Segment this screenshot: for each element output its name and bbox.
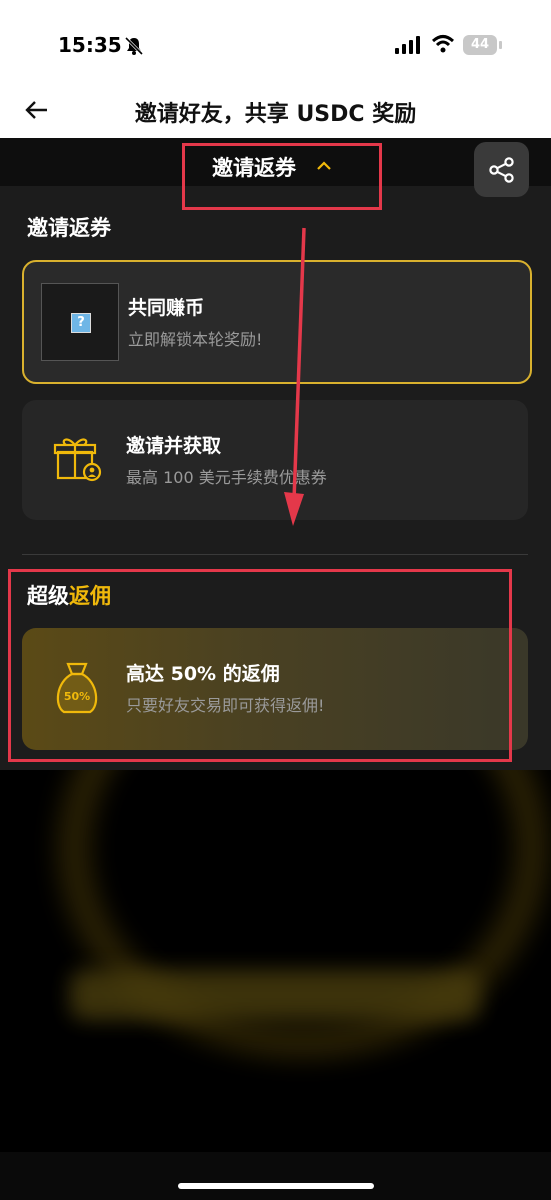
- battery-tip: [499, 41, 502, 49]
- battery-level: 44: [463, 35, 497, 55]
- card-title: 邀请并获取: [126, 435, 222, 457]
- cellular-signal-icon: [395, 36, 420, 54]
- section-divider: [22, 554, 528, 555]
- gift-icon: [53, 438, 102, 482]
- bottom-strip: [0, 1152, 551, 1200]
- wifi-icon: [431, 35, 455, 53]
- bell-muted-icon: [124, 36, 144, 56]
- home-indicator: [178, 1183, 374, 1189]
- blurred-button: [70, 970, 480, 1020]
- card-earn-together[interactable]: ? 共同赚币 立即解锁本轮奖励!: [22, 260, 532, 384]
- battery-indicator: 44: [463, 35, 507, 55]
- card-invite-and-earn[interactable]: 邀请并获取 最高 100 美元手续费优惠券: [22, 400, 528, 520]
- page-header: 邀请好友，共享 USDC 奖励: [0, 84, 551, 138]
- annotation-box-rebate: [8, 569, 512, 762]
- page-title: 邀请好友，共享 USDC 奖励: [134, 102, 417, 127]
- share-button[interactable]: [474, 142, 529, 197]
- share-icon: [489, 157, 514, 183]
- status-time: 15:35: [58, 33, 122, 57]
- annotation-box-tab: [182, 143, 382, 210]
- missing-image-icon: ?: [71, 313, 91, 333]
- card-image-placeholder: ?: [41, 283, 119, 361]
- section-title-coupon: 邀请返券: [27, 216, 111, 240]
- card-subtitle: 立即解锁本轮奖励!: [128, 330, 263, 349]
- status-bar: 15:35 44: [0, 0, 551, 84]
- card-title: 共同赚币: [128, 297, 205, 319]
- card-subtitle: 最高 100 美元手续费优惠券: [126, 468, 327, 487]
